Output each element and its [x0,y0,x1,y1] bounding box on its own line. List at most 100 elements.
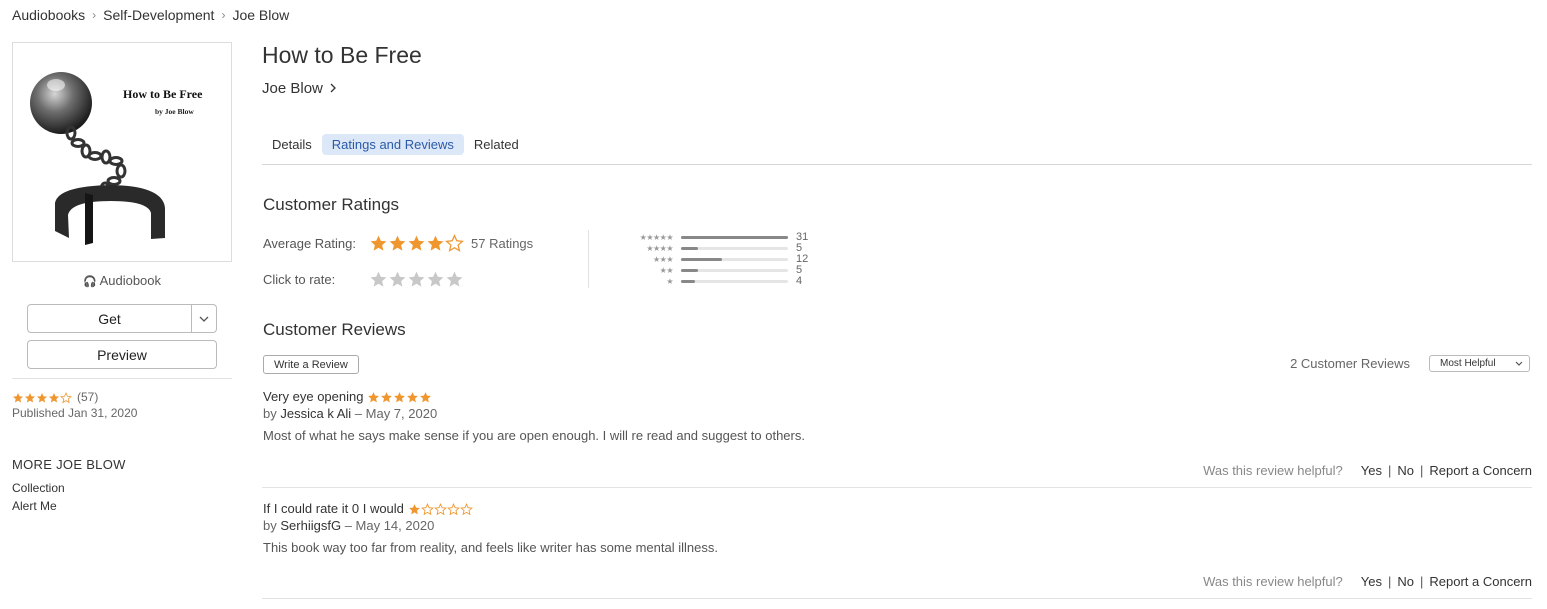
collection-link[interactable]: Collection [12,481,65,495]
histogram-bar-track [681,247,788,250]
reviews-count: 2 Customer Reviews [1290,356,1410,371]
report-concern-link[interactable]: Report a Concern [1429,574,1532,589]
separator: | [1419,463,1424,478]
helpful-no-link[interactable]: No [1397,574,1414,589]
histogram-stars: ★★ [659,266,674,275]
cover-title: How to Be Free [123,87,203,101]
chevron-right-icon: › [221,8,226,22]
star-filled-icon [25,392,35,403]
histogram-stars: ★ [666,277,673,286]
ball-and-chain-illustration [30,72,165,245]
review-by-label: by [263,406,277,421]
review-date: – May 14, 2020 [344,518,435,533]
divider [262,164,1532,165]
star-empty-icon [433,503,447,516]
star-filled-icon [408,504,420,515]
alert-me-link[interactable]: Alert Me [12,499,57,513]
click-to-rate-label: Click to rate: [263,272,336,287]
star-filled-icon [427,235,444,251]
star-filled-icon [370,235,387,251]
star-filled-icon [420,392,432,403]
review-byline: by SerhiigsfG – May 14, 2020 [263,518,434,533]
histogram-bar [681,269,699,272]
report-concern-link[interactable]: Report a Concern [1429,463,1532,478]
review-title-text: Very eye opening [263,389,364,405]
click-to-rate-stars[interactable] [369,270,464,289]
author-link[interactable]: Joe Blow [262,80,336,97]
breadcrumb-current: Joe Blow [232,7,290,23]
rate-star-1-icon[interactable] [369,270,388,289]
get-button-group: Get [27,304,217,333]
star-empty-icon [60,391,72,404]
breadcrumb-self-development[interactable]: Self-Development [103,7,214,23]
rate-star-2-icon[interactable] [388,270,407,289]
histogram-bar [681,247,699,250]
review-author: Jessica k Ali [280,406,352,421]
author-name: Joe Blow [262,80,323,97]
star-empty-icon [459,503,473,516]
review-title-text: If I could rate it 0 I would [263,501,404,517]
histogram-row: ★★★★ 5 [620,243,808,254]
review-stars [408,501,473,516]
helpful-yes-link[interactable]: Yes [1361,463,1382,478]
sort-select-value: Most Helpful [1440,358,1496,369]
average-rating-label: Average Rating: [263,236,356,251]
divider [12,378,232,379]
rate-star-4-icon[interactable] [426,270,445,289]
get-button[interactable]: Get [28,305,192,332]
histogram-bar [681,258,723,261]
divider [262,598,1532,599]
separator: | [1419,574,1424,589]
tab-bar: Details Ratings and Reviews Related [262,134,529,155]
write-review-button[interactable]: Write a Review [263,355,359,374]
star-filled-icon [381,392,393,403]
helpful-no-link[interactable]: No [1397,463,1414,478]
star-empty-icon [420,503,434,516]
page-title: How to Be Free [262,42,422,68]
histogram-row: ★★★ 12 [620,254,808,265]
divider [588,230,589,288]
star-filled-icon [394,392,406,403]
tab-related[interactable]: Related [464,134,529,155]
customer-ratings-heading: Customer Ratings [263,195,400,214]
review-helpful-row: Was this review helpful? Yes | No | Repo… [1203,574,1532,589]
rate-star-3-icon[interactable] [407,270,426,289]
rate-star-5-icon[interactable] [445,270,464,289]
review-title: Very eye opening [263,389,432,404]
tab-details[interactable]: Details [262,134,322,155]
book-cover[interactable]: How to Be Free by Joe Blow [12,42,232,262]
sort-select[interactable]: Most Helpful [1429,355,1530,372]
histogram-count: 4 [796,275,803,287]
star-filled-icon [13,392,23,403]
headphones-icon: 🎧 [82,276,97,288]
histogram-bar-track [681,236,788,239]
sidebar-rating: (57) [12,390,98,404]
star-filled-icon [407,392,419,403]
helpful-yes-link[interactable]: Yes [1361,574,1382,589]
chevron-down-icon[interactable] [192,305,216,332]
review-title: If I could rate it 0 I would [263,501,473,516]
star-filled-icon [368,392,380,403]
histogram-stars: ★★★ [652,255,674,264]
cover-author: by Joe Blow [155,107,194,116]
tab-ratings-and-reviews[interactable]: Ratings and Reviews [321,134,464,155]
sidebar-rating-count: (57) [77,390,99,404]
review-body: Most of what he says make sense if you a… [263,428,805,443]
helpful-prompt: Was this review helpful? [1203,463,1343,478]
star-filled-icon [389,235,406,251]
separator: | [1387,574,1392,589]
review-byline: by Jessica k Ali – May 7, 2020 [263,406,437,421]
chevron-right-icon [330,80,336,97]
chevron-down-icon [1515,358,1523,369]
breadcrumb-audiobooks[interactable]: Audiobooks [12,7,85,23]
histogram-bar [681,280,695,283]
more-by-author-heading: MORE JOE BLOW [12,457,126,472]
star-filled-icon [49,392,59,403]
sidebar-stars [12,390,72,404]
histogram-row: ★★ 5 [620,265,808,276]
star-empty-icon [445,234,464,252]
histogram-bar-track [681,258,788,261]
preview-button[interactable]: Preview [27,340,217,369]
histogram-bar [681,236,788,239]
review-body: This book way too far from reality, and … [263,540,718,555]
